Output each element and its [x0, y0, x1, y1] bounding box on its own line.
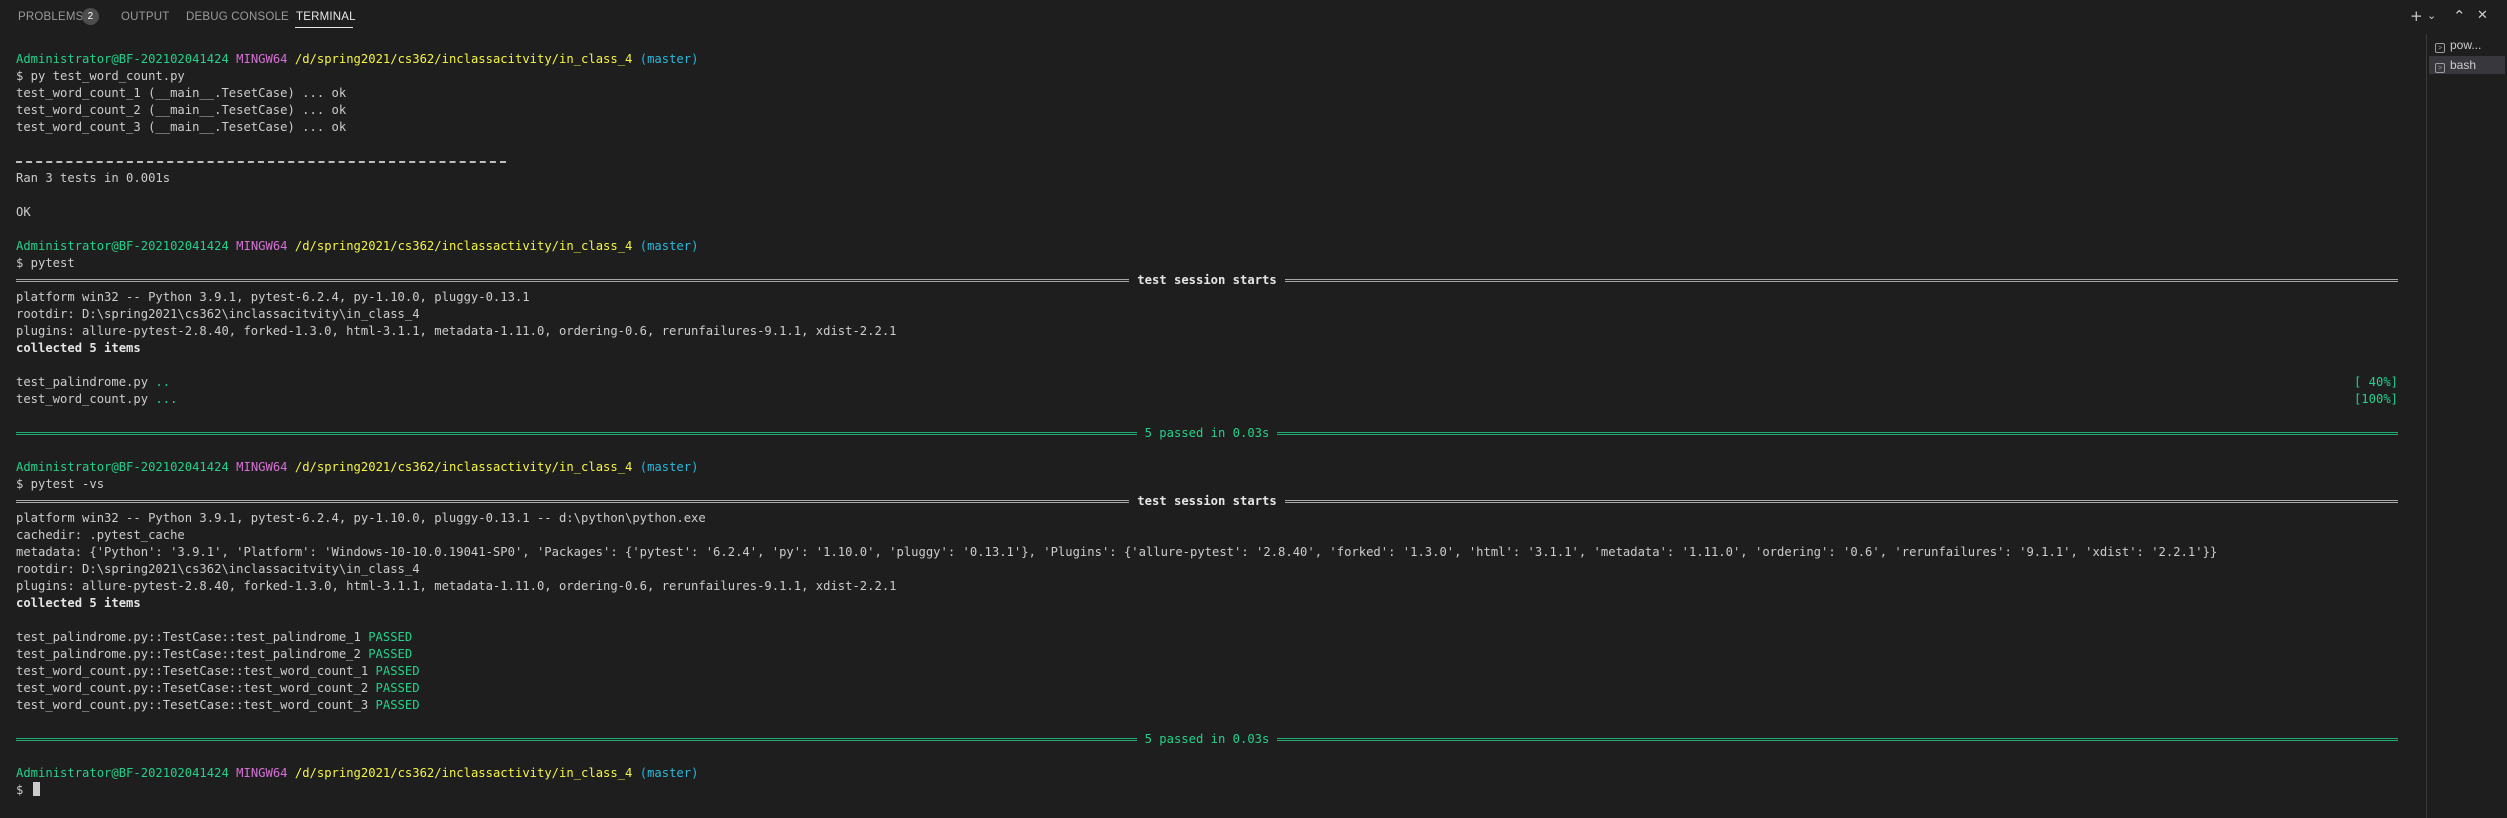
prompt-line: Administrator@BF-202102041424 MINGW64 /d… [16, 238, 2398, 255]
prompt-env: MINGW64 [236, 239, 288, 253]
collected-line: collected 5 items [16, 341, 141, 355]
plugins-line: plugins: allure-pytest-2.8.40, forked-1.… [16, 324, 897, 338]
verbose-test-line: test_word_count.py::TesetCase::test_word… [16, 663, 2398, 680]
close-panel-icon[interactable]: ✕ [2477, 6, 2488, 26]
passed-summary-label: 5 passed in 0.03s [1144, 732, 1270, 746]
metadata-line: metadata: {'Python': '3.9.1', 'Platform'… [16, 545, 2218, 559]
test-progress-percent: [ 40%] [2353, 375, 2398, 389]
terminal-list: > pow... > bash [2426, 34, 2507, 818]
test-progress-percent: [100%] [2353, 392, 2398, 406]
prompt-line: Administrator@BF-202102041424 MINGW64 /d… [16, 765, 2398, 782]
active-prompt-line[interactable]: $ [16, 782, 2398, 799]
session-start-separator: test session starts [16, 272, 2399, 289]
command-line: $ py test_word_count.py [16, 69, 185, 83]
ran-tests-line: Ran 3 tests in 0.001s [16, 171, 171, 185]
passed-summary-separator: 5 passed in 0.03s [16, 731, 2398, 748]
passed-label: PASSED [375, 698, 420, 712]
test-id: test_palindrome.py::TestCase::test_palin… [16, 630, 369, 644]
prompt-path: /d/spring2021/cs362/inclassacitvity/in_c… [294, 52, 633, 66]
prompt-branch: (master) [639, 766, 699, 780]
prompt-env: MINGW64 [236, 766, 288, 780]
platform-line: platform win32 -- Python 3.9.1, pytest-6… [16, 290, 530, 304]
platform-line: platform win32 -- Python 3.9.1, pytest-6… [16, 511, 706, 525]
panel-tab-bar: PROBLEMS 2 OUTPUT DEBUG CONSOLE TERMINAL [0, 0, 2420, 34]
tab-terminal[interactable]: TERMINAL [296, 11, 356, 23]
unittest-result-line: test_word_count_3 (__main__.TesetCase) .… [16, 120, 347, 134]
rootdir-line: rootdir: D:\spring2021\cs362\inclassacit… [16, 307, 420, 321]
terminal-item-label: pow... [2450, 38, 2482, 52]
terminal-icon: > [2435, 63, 2445, 73]
prompt-user: Administrator@BF-202102041424 [16, 460, 229, 474]
passed-label: PASSED [368, 647, 413, 661]
terminal-icon: > [2435, 43, 2445, 53]
terminal-dropdown-icon[interactable]: ⌄ [2427, 6, 2436, 26]
verbose-test-line: test_palindrome.py::TestCase::test_palin… [16, 629, 2398, 646]
prompt-path: /d/spring2021/cs362/inclassactivity/in_c… [294, 239, 633, 253]
terminal-item-powershell[interactable]: > pow... [2429, 36, 2505, 54]
prompt-line: Administrator@BF-202102041424 MINGW64 /d… [16, 51, 2398, 68]
command-line: $ pytest -vs [16, 477, 105, 491]
terminal-cursor [32, 782, 40, 796]
session-start-label: test session starts [1137, 494, 1277, 508]
test-file-line: test_palindrome.py .. [ 40%] [16, 374, 2398, 391]
test-file-line: test_word_count.py ... [100%] [16, 391, 2398, 408]
verbose-test-line: test_word_count.py::TesetCase::test_word… [16, 697, 2398, 714]
session-start-separator: test session starts [16, 493, 2399, 510]
terminal-item-bash[interactable]: > bash [2429, 56, 2505, 74]
test-file-dots: ... [155, 392, 178, 406]
prompt-path: /d/spring2021/cs362/inclassactivity/in_c… [294, 460, 633, 474]
tab-output[interactable]: OUTPUT [121, 11, 169, 23]
prompt-branch: (master) [639, 52, 699, 66]
ok-line: OK [16, 205, 31, 219]
add-terminal-icon[interactable]: + [2410, 6, 2423, 26]
prompt-env: MINGW64 [236, 52, 288, 66]
terminal-item-label: bash [2450, 58, 2477, 72]
prompt-path: /d/spring2021/cs362/inclassactivity/in_c… [294, 766, 633, 780]
unittest-separator [16, 161, 506, 163]
passed-summary-separator: 5 passed in 0.03s [16, 425, 2398, 442]
passed-label: PASSED [375, 681, 420, 695]
test-file-name: test_word_count.py [16, 392, 156, 406]
test-file-dots: .. [155, 375, 171, 389]
passed-label: PASSED [375, 664, 420, 678]
test-file-name: test_palindrome.py [16, 375, 156, 389]
plugins-line: plugins: allure-pytest-2.8.40, forked-1.… [16, 579, 897, 593]
cachedir-line: cachedir: .pytest_cache [16, 528, 185, 542]
prompt-user: Administrator@BF-202102041424 [16, 239, 229, 253]
verbose-test-line: test_palindrome.py::TestCase::test_palin… [16, 646, 2398, 663]
prompt-line: Administrator@BF-202102041424 MINGW64 /d… [16, 459, 2398, 476]
prompt-env: MINGW64 [236, 460, 288, 474]
unittest-result-line: test_word_count_2 (__main__.TesetCase) .… [16, 103, 347, 117]
test-id: test_word_count.py::TesetCase::test_word… [16, 698, 376, 712]
collected-line: collected 5 items [16, 596, 141, 610]
tab-problems[interactable]: PROBLEMS [18, 11, 84, 23]
rootdir-line: rootdir: D:\spring2021\cs362\inclassacit… [16, 562, 420, 576]
passed-summary-label: 5 passed in 0.03s [1144, 426, 1270, 440]
maximize-panel-icon[interactable]: ⌃ [2453, 6, 2466, 26]
problems-count-badge: 2 [82, 8, 99, 25]
unittest-result-line: test_word_count_1 (__main__.TesetCase) .… [16, 86, 347, 100]
verbose-test-line: test_word_count.py::TesetCase::test_word… [16, 680, 2398, 697]
test-id: test_word_count.py::TesetCase::test_word… [16, 681, 376, 695]
terminal-output[interactable]: Administrator@BF-202102041424 MINGW64 /d… [16, 51, 2406, 811]
passed-label: PASSED [368, 630, 413, 644]
active-tab-indicator [295, 27, 353, 28]
test-id: test_word_count.py::TesetCase::test_word… [16, 664, 376, 678]
tab-debug-console[interactable]: DEBUG CONSOLE [186, 11, 289, 23]
command-line: $ pytest [16, 256, 75, 270]
prompt-symbol: $ [16, 783, 31, 797]
prompt-user: Administrator@BF-202102041424 [16, 52, 229, 66]
prompt-user: Administrator@BF-202102041424 [16, 766, 229, 780]
prompt-branch: (master) [639, 460, 699, 474]
prompt-branch: (master) [639, 239, 699, 253]
test-id: test_palindrome.py::TestCase::test_palin… [16, 647, 369, 661]
session-start-label: test session starts [1137, 273, 1277, 287]
